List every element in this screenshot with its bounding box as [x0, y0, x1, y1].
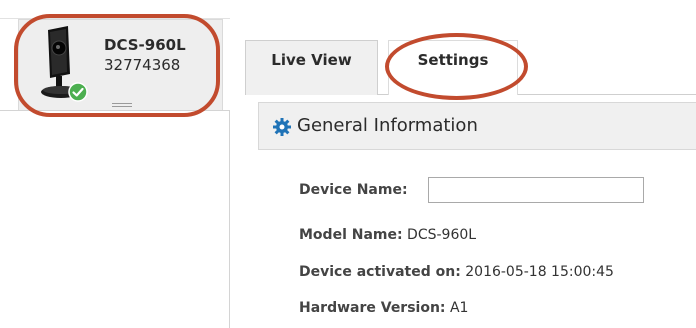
highlight-device-annotation: [14, 14, 220, 117]
model-name-label: Model Name:: [299, 227, 403, 243]
device-name-row: Device Name:: [299, 182, 408, 198]
tab-live-view[interactable]: Live View: [245, 40, 378, 95]
gear-icon: [273, 118, 291, 136]
highlight-settings-annotation: [385, 33, 528, 100]
device-name-input[interactable]: [428, 177, 644, 203]
activation-date-value: 2016-05-18 15:00:45: [465, 264, 614, 280]
activation-date-row: Device activated on: 2016-05-18 15:00:45: [299, 264, 614, 280]
activation-date-label: Device activated on:: [299, 264, 461, 280]
device-name-label: Device Name:: [299, 182, 408, 198]
model-name-row: Model Name: DCS-960L: [299, 227, 476, 243]
sidebar-border: [229, 110, 230, 328]
hardware-version-label: Hardware Version:: [299, 300, 446, 316]
hardware-version-value: A1: [449, 300, 469, 316]
hardware-version-row: Hardware Version: A1: [299, 300, 468, 316]
model-name-value: DCS-960L: [407, 227, 477, 243]
section-title: General Information: [297, 115, 478, 136]
general-information-header[interactable]: General Information: [258, 102, 696, 150]
